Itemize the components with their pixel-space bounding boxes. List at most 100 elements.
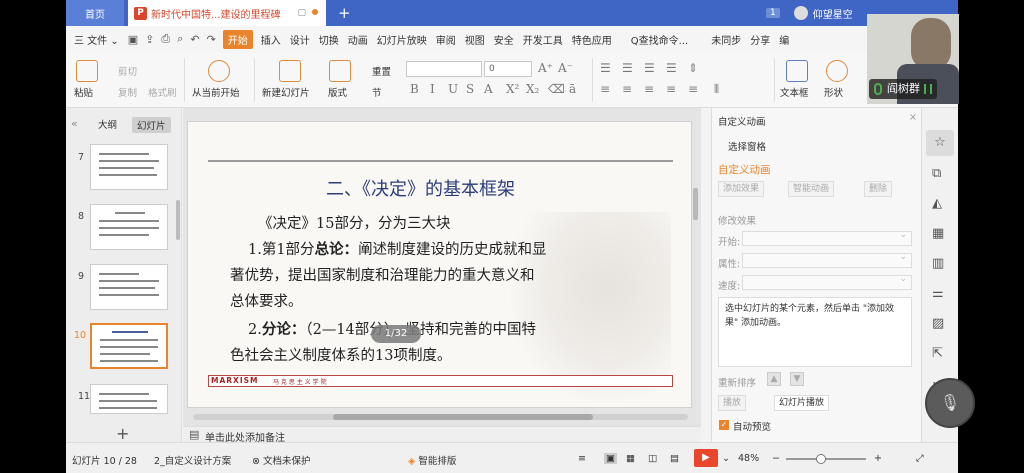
char-spacing-icon[interactable]: ā	[569, 82, 576, 96]
underline-icon[interactable]: U	[448, 82, 458, 96]
reading-view-icon[interactable]: ◫	[648, 453, 657, 464]
play-button[interactable]: 播放	[718, 395, 747, 411]
share-out-icon[interactable]: ⇱	[932, 346, 943, 361]
edit-button[interactable]: 编	[779, 32, 789, 47]
thumbnail-scrollbar[interactable]	[176, 200, 180, 240]
tab-special[interactable]: 特色应用	[572, 32, 612, 47]
superscript-icon[interactable]: X²	[506, 82, 519, 96]
delete-effect-button[interactable]: 删除	[864, 181, 893, 197]
close-pane-icon[interactable]: ×	[909, 112, 917, 123]
tab-insert[interactable]: 插入	[261, 32, 281, 47]
layout-button[interactable]: 版式	[328, 85, 347, 99]
bullet-list-icon[interactable]: ☰	[600, 61, 611, 75]
undo-icon[interactable]: ↶	[190, 33, 199, 46]
start-slideshow-button[interactable]: ▶	[694, 449, 718, 467]
select-pane-button[interactable]: 选择窗格	[728, 139, 766, 153]
tab-window-icon[interactable]: ▢	[297, 8, 318, 18]
tab-view[interactable]: 视图	[465, 32, 485, 47]
font-size-select[interactable]: 0	[484, 61, 532, 77]
section-button[interactable]: 节	[372, 85, 382, 99]
canvas-vertical-scrollbar[interactable]	[693, 188, 698, 220]
slide-content[interactable]: 二、《决定》的基本框架 《决定》15部分，分为三大块 1.第1部分总论：阐述制度…	[187, 121, 692, 408]
slideshow-options-icon[interactable]: ⌄	[722, 453, 730, 464]
justify-icon[interactable]: ≡	[666, 82, 676, 96]
copy-button[interactable]: 复制	[118, 85, 137, 99]
textbox-button[interactable]: 文本框	[780, 85, 809, 99]
smart-animation-button[interactable]: 智能动画	[788, 181, 835, 197]
window-count-badge[interactable]: 1	[766, 8, 780, 18]
font-color-icon[interactable]: A	[484, 82, 493, 96]
slide-thumbnail[interactable]	[90, 204, 168, 250]
speed-select[interactable]	[742, 274, 912, 290]
subscript-icon[interactable]: X₂	[526, 82, 539, 96]
tab-slideshow[interactable]: 幻灯片放映	[377, 32, 427, 47]
preview-icon[interactable]: ⌕	[177, 32, 183, 46]
sorter-view-icon[interactable]: ▦	[626, 453, 635, 464]
shape-icon[interactable]	[826, 60, 848, 82]
image-icon[interactable]: ▨	[932, 316, 944, 331]
redo-icon[interactable]: ↷	[207, 33, 216, 46]
play-from-current-icon[interactable]	[208, 60, 230, 82]
tab-transition[interactable]: 切换	[319, 32, 339, 47]
indent-increase-icon[interactable]: ☰	[666, 61, 677, 75]
strikethrough-icon[interactable]: S	[466, 82, 474, 96]
settings-sliders-icon[interactable]: ⚌	[932, 286, 944, 301]
distribute-icon[interactable]: ≡	[688, 82, 698, 96]
animation-pane-icon[interactable]: ☆	[926, 130, 954, 156]
numbered-list-icon[interactable]: ☰	[622, 61, 633, 75]
notes-area[interactable]: ▤ 单击此处添加备注	[183, 426, 701, 444]
tab-developer[interactable]: 开发工具	[523, 32, 563, 47]
document-tab[interactable]: P 新时代中国特...建设的里程碑 ▢	[128, 0, 326, 26]
switch-icon[interactable]: ⧉	[932, 166, 941, 181]
presenter-view-icon[interactable]: ▤	[670, 453, 679, 464]
tab-security[interactable]: 安全	[494, 32, 514, 47]
zoom-out-icon[interactable]: −	[772, 453, 780, 464]
slide-text-line[interactable]: 色社会主义制度体系的13项制度。	[230, 344, 451, 365]
print-icon[interactable]: ⎙	[161, 32, 170, 46]
auto-preview-checkbox[interactable]: ✓	[719, 420, 729, 430]
new-tab-button[interactable]: +	[338, 4, 351, 22]
home-tab[interactable]: 首页	[66, 0, 124, 26]
shape-button[interactable]: 形状	[824, 85, 843, 99]
slide-text-line[interactable]: 《决定》15部分，分为三大块	[258, 212, 450, 233]
user-avatar[interactable]	[793, 6, 808, 20]
slide-thumbnail[interactable]	[90, 384, 168, 414]
tab-slides[interactable]: 幻灯片	[132, 117, 171, 133]
textbox-icon[interactable]	[786, 60, 808, 82]
file-menu[interactable]: 三 文件 ⌄	[74, 32, 119, 47]
mute-microphone-icon[interactable]: 🎙	[925, 378, 975, 428]
text-direction-icon[interactable]: ⫴	[714, 82, 719, 97]
slide-text-line[interactable]: 1.第1部分总论：阐述制度建设的历史成就和显	[248, 238, 547, 259]
normal-view-icon[interactable]: ▣	[604, 453, 617, 464]
zoom-in-icon[interactable]: +	[874, 453, 882, 464]
sync-status[interactable]: 未同步	[711, 32, 741, 47]
paste-button[interactable]: 粘贴	[74, 85, 93, 99]
italic-icon[interactable]: I	[430, 82, 435, 96]
slide-thumbnail-selected[interactable]	[90, 323, 168, 369]
slide-text-line[interactable]: 著优势，提出国家制度和治理能力的重大意义和	[230, 264, 535, 285]
add-slide-button[interactable]: +	[116, 424, 129, 443]
save-icon[interactable]: ▣	[128, 33, 138, 46]
tab-outline[interactable]: 大纲	[98, 117, 117, 131]
notes-toggle-icon[interactable]: ≡	[578, 453, 586, 464]
slide-thumbnail[interactable]	[90, 144, 168, 190]
tab-design[interactable]: 设计	[290, 32, 310, 47]
layout-icon[interactable]	[329, 60, 351, 82]
new-slide-icon[interactable]	[279, 60, 301, 82]
design-theme-name[interactable]: 2_自定义设计方案	[154, 453, 231, 467]
layout-grid-icon[interactable]: ▦	[932, 226, 944, 241]
tab-review[interactable]: 审阅	[436, 32, 456, 47]
protect-status[interactable]: ⊗ 文档未保护	[252, 453, 311, 467]
line-spacing-icon[interactable]: ⇕	[688, 61, 698, 75]
fit-window-icon[interactable]: ⤢	[916, 453, 924, 464]
chart-icon[interactable]: ▥	[932, 256, 944, 271]
user-name[interactable]: 仰望星空	[813, 6, 853, 21]
font-family-select[interactable]	[406, 61, 482, 77]
move-up-icon[interactable]: ▲	[767, 372, 781, 386]
add-effect-button[interactable]: 添加效果	[718, 181, 765, 197]
collapse-panel-icon[interactable]: «	[71, 117, 78, 130]
indent-decrease-icon[interactable]: ☰	[644, 61, 655, 75]
slide-thumbnail[interactable]	[90, 264, 168, 310]
increase-font-icon[interactable]: A⁺	[538, 61, 553, 75]
property-select[interactable]	[742, 252, 912, 268]
